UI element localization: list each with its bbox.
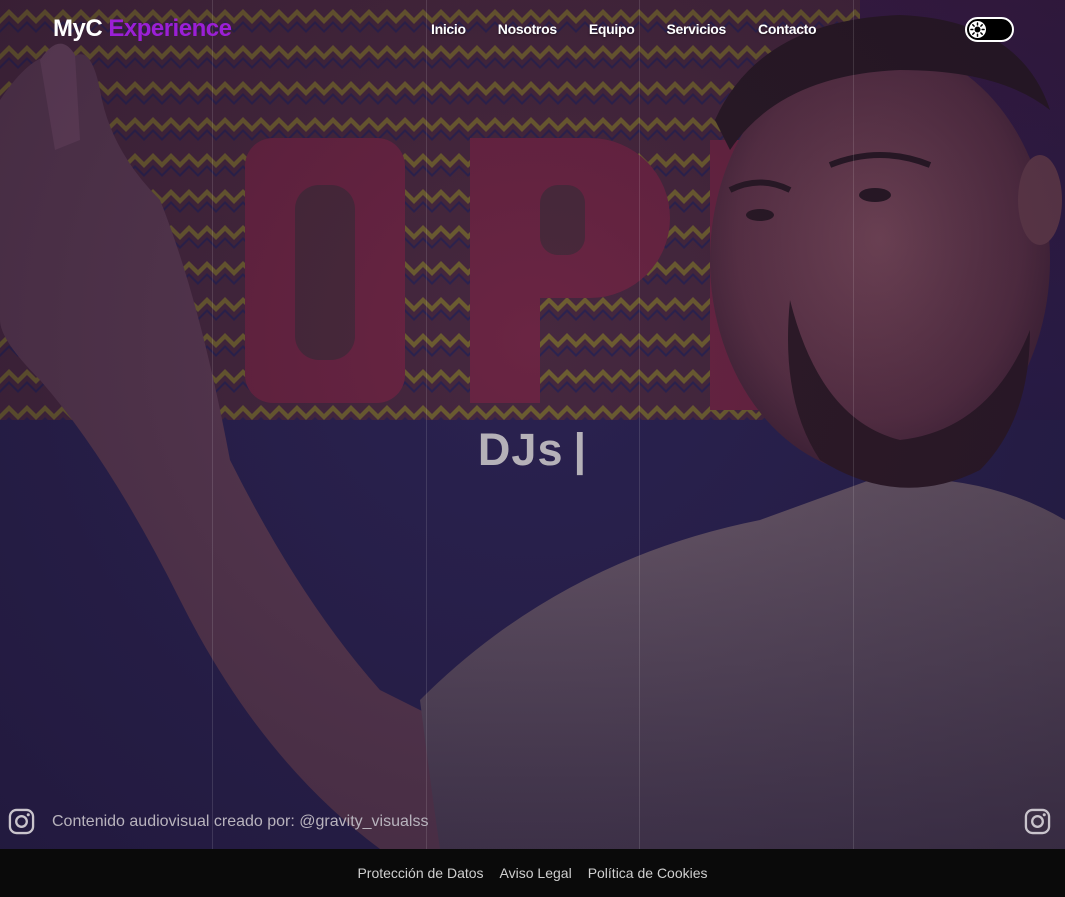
typing-cursor: | bbox=[573, 424, 588, 475]
site-footer: Protección de Datos Aviso Legal Política… bbox=[0, 849, 1065, 897]
theme-toggle[interactable] bbox=[965, 17, 1014, 42]
site-header: MyC Experience Inicio Nosotros Equipo Se… bbox=[0, 0, 1065, 60]
nav-item-inicio[interactable]: Inicio bbox=[431, 21, 466, 37]
main-nav: Inicio Nosotros Equipo Servicios Contact… bbox=[431, 21, 817, 37]
logo-text-accent: Experience bbox=[108, 15, 232, 42]
hero-title: DJs | bbox=[0, 424, 1065, 476]
video-credit: Contenido audiovisual creado por: @gravi… bbox=[8, 808, 428, 835]
nav-item-contacto[interactable]: Contacto bbox=[758, 21, 817, 37]
credit-text: Contenido audiovisual creado por: @gravi… bbox=[52, 812, 429, 830]
footer-link-legal[interactable]: Aviso Legal bbox=[500, 865, 572, 881]
logo-text-primary: MyC bbox=[53, 15, 103, 42]
footer-link-cookies[interactable]: Política de Cookies bbox=[588, 865, 708, 881]
footer-link-privacy[interactable]: Protección de Datos bbox=[357, 865, 483, 881]
hero-title-text: DJs bbox=[477, 424, 564, 475]
instagram-icon[interactable] bbox=[8, 808, 35, 835]
nav-item-equipo[interactable]: Equipo bbox=[589, 21, 635, 37]
site-logo[interactable]: MyC Experience bbox=[53, 15, 232, 43]
nav-item-nosotros[interactable]: Nosotros bbox=[498, 21, 557, 37]
instagram-icon[interactable] bbox=[1024, 808, 1051, 835]
sun-icon bbox=[970, 22, 985, 37]
nav-item-servicios[interactable]: Servicios bbox=[666, 21, 726, 37]
theme-toggle-knob bbox=[969, 21, 986, 38]
